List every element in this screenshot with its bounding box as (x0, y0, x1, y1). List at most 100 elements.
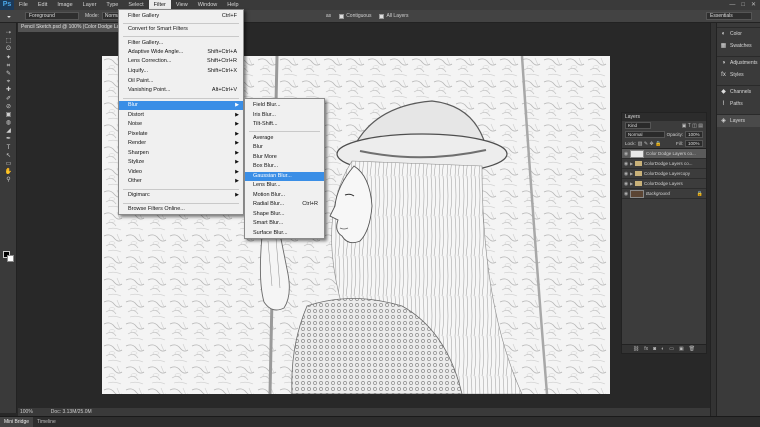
tool-clone-stamp[interactable]: ✐ (0, 95, 17, 103)
menu-file[interactable]: File (14, 0, 33, 10)
menu-item-shape-blur[interactable]: Shape Blur... (245, 210, 324, 219)
menu-item-lens-blur[interactable]: Lens Blur... (245, 181, 324, 190)
menu-item-other[interactable]: Other ▶ (119, 177, 243, 186)
tool-type[interactable]: T (0, 144, 17, 152)
visibility-eye-icon[interactable]: ◉ (622, 191, 630, 197)
menu-item-gaussian-blur[interactable]: Gaussian Blur... (245, 172, 324, 181)
fill-input[interactable]: 100% (685, 140, 703, 147)
background-layer-row[interactable]: ◉ Background 🔒 (622, 189, 706, 199)
menu-item-noise[interactable]: Noise ▶ (119, 120, 243, 129)
add-mask-icon[interactable]: ◙ (653, 345, 656, 353)
tool-eraser[interactable]: ▣ (0, 111, 17, 119)
tool-dodge[interactable]: ◢ (0, 127, 17, 135)
tool-marquee[interactable]: ⬚ (0, 37, 17, 45)
menu-item-stylize[interactable]: Stylize ▶ (119, 158, 243, 167)
visibility-eye-icon[interactable]: ◉ (622, 171, 630, 177)
visibility-eye-icon[interactable]: ◉ (622, 151, 630, 157)
menu-item-convert-smart-filters[interactable]: Convert for Smart Filters (119, 25, 243, 34)
menu-item-lens-correction[interactable]: Lens Correction... Shift+Ctrl+R (119, 57, 243, 66)
dock-item-styles[interactable]: fx Styles (717, 69, 760, 81)
visibility-eye-icon[interactable]: ◉ (622, 161, 630, 167)
menu-item-filter-gallery[interactable]: Filter Gallery... (119, 39, 243, 48)
opacity-input[interactable]: 100% (685, 131, 703, 138)
tool-hand[interactable]: ✋ (0, 168, 17, 176)
tool-paint-bucket[interactable]: ◍ (0, 119, 17, 127)
menu-item-smart-blur[interactable]: Smart Blur... (245, 219, 324, 228)
dock-item-channels[interactable]: ◆ Channels (717, 86, 760, 98)
menu-item-label: Liquify... (128, 68, 149, 74)
menu-layer[interactable]: Layer (78, 0, 102, 10)
contiguous-checkbox[interactable] (339, 13, 345, 19)
paint-bucket-icon[interactable]: ◒ (3, 11, 15, 22)
lock-icons[interactable]: ▧ ✎ ✥ 🔒 (638, 141, 662, 147)
link-layers-icon[interactable]: ⛓ (633, 345, 639, 353)
layer-group-row[interactable]: ◉ ▶ ColorDodge Layers co... (622, 159, 706, 169)
tab-timeline[interactable]: Timeline (33, 417, 60, 427)
tool-eyedropper[interactable]: ✎ (0, 70, 17, 78)
menu-item-filter-gallery-last[interactable]: Filter Gallery Ctrl+F (119, 12, 243, 21)
background-color-swatch[interactable] (7, 255, 14, 262)
layers-panel-title[interactable]: Layers (622, 113, 706, 121)
dock-item-adjustments[interactable]: ◑ Adjustments (717, 57, 760, 69)
menu-item-oil-paint[interactable]: Oil Paint... (119, 77, 243, 86)
tool-pen[interactable]: ✒ (0, 135, 17, 143)
dock-item-swatches[interactable]: ▦ Swatches (717, 40, 760, 52)
menu-edit[interactable]: Edit (33, 0, 52, 10)
tool-zoom[interactable]: ⚲ (0, 176, 17, 184)
tool-path-select[interactable]: ↖ (0, 152, 17, 160)
tab-mini-bridge[interactable]: Mini Bridge (0, 417, 34, 427)
tool-brush[interactable]: ✚ (0, 86, 17, 94)
dock-item-paths[interactable]: ⌇ Paths (717, 98, 760, 110)
menu-item-video[interactable]: Video ▶ (119, 168, 243, 177)
blend-mode-select[interactable]: Normal (625, 131, 665, 138)
menu-item-average[interactable]: Average (245, 134, 324, 143)
menu-item-blur-plain[interactable]: Blur (245, 143, 324, 152)
menu-item-radial-blur[interactable]: Radial Blur... Ctrl+R (245, 200, 324, 209)
menu-item-blur-more[interactable]: Blur More (245, 153, 324, 162)
close-icon[interactable]: ✕ (751, 0, 756, 10)
menu-item-blur[interactable]: Blur ▶ (119, 101, 243, 110)
new-group-icon[interactable]: ▭ (669, 345, 674, 353)
fill-source-select[interactable]: Foreground (25, 12, 79, 20)
tool-history-brush[interactable]: ⊘ (0, 103, 17, 111)
filter-icons[interactable]: ▣ T ◫ ▤ (682, 123, 703, 129)
tool-move[interactable]: ⇢ (0, 29, 17, 37)
visibility-eye-icon[interactable]: ◉ (622, 181, 630, 187)
layer-group-row[interactable]: ◉ ▶ ColorDodge Layercopy (622, 169, 706, 179)
menu-item-pixelate[interactable]: Pixelate ▶ (119, 130, 243, 139)
menu-item-vanishing-point[interactable]: Vanishing Point... Alt+Ctrl+V (119, 86, 243, 95)
menu-item-sharpen[interactable]: Sharpen ▶ (119, 149, 243, 158)
minimize-icon[interactable]: — (729, 0, 735, 10)
dock-item-color[interactable]: ◐ Color (717, 28, 760, 40)
new-layer-icon[interactable]: ▣ (679, 345, 684, 353)
menu-item-tilt-shift[interactable]: Tilt-Shift... (245, 120, 324, 129)
tool-healing[interactable]: ⌖ (0, 78, 17, 86)
layer-style-icon[interactable]: fx (644, 345, 648, 353)
menu-item-distort[interactable]: Distort ▶ (119, 111, 243, 120)
menu-item-box-blur[interactable]: Box Blur... (245, 162, 324, 171)
layer-group-row[interactable]: ◉ ▶ ColorDodge Layers (622, 179, 706, 189)
all-layers-checkbox[interactable] (379, 13, 385, 19)
menu-image[interactable]: Image (52, 0, 77, 10)
maximize-icon[interactable]: □ (741, 0, 745, 10)
adjustment-layer-icon[interactable]: ◐ (661, 345, 664, 353)
menu-item-digimarc[interactable]: Digimarc ▶ (119, 191, 243, 200)
menu-item-render[interactable]: Render ▶ (119, 139, 243, 148)
layer-filter-kind[interactable]: Kind (625, 122, 651, 129)
workspace-select[interactable]: Essentials (706, 12, 752, 20)
trash-icon[interactable]: 🗑 (689, 345, 695, 353)
menu-item-adaptive-wide-angle[interactable]: Adaptive Wide Angle... Shift+Ctrl+A (119, 48, 243, 57)
tool-shape[interactable]: ▭ (0, 160, 17, 168)
menu-item-field-blur[interactable]: Field Blur... (245, 101, 324, 110)
tool-crop[interactable]: ⌗ (0, 62, 17, 70)
tool-quick-select[interactable]: ✦ (0, 54, 17, 62)
dock-item-layers[interactable]: ◈ Layers (717, 115, 760, 127)
menu-item-liquify[interactable]: Liquify... Shift+Ctrl+X (119, 67, 243, 76)
menu-item-browse-filters-online[interactable]: Browse Filters Online... (119, 205, 243, 214)
tool-lasso[interactable]: ʘ (0, 45, 17, 53)
zoom-level[interactable]: 100% (20, 408, 33, 416)
layer-row[interactable]: ◉ Color Dodge Layers co... (622, 149, 706, 159)
menu-item-motion-blur[interactable]: Motion Blur... (245, 191, 324, 200)
menu-item-surface-blur[interactable]: Surface Blur... (245, 229, 324, 238)
menu-item-iris-blur[interactable]: Iris Blur... (245, 111, 324, 120)
